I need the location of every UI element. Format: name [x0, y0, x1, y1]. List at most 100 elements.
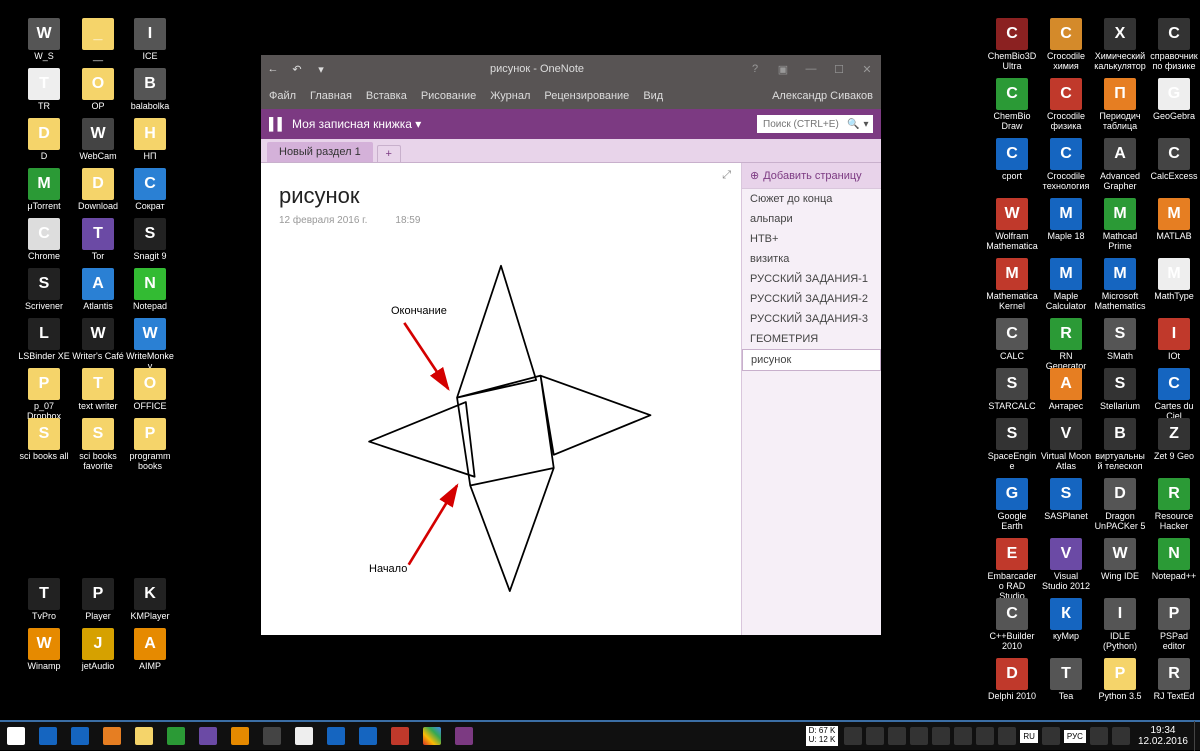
desktop-icon[interactable]: MMaple Calculator — [1040, 258, 1092, 312]
taskbar-app-11[interactable] — [352, 721, 384, 751]
desktop-icon[interactable]: SScrivener — [18, 268, 70, 312]
desktop-icon[interactable]: OOFFICE — [124, 368, 176, 412]
desktop-icon[interactable]: ΜμTorrent — [18, 168, 70, 212]
ribbon-user[interactable]: Александр Сиваков — [772, 90, 873, 102]
lang-indicator-1[interactable]: RU — [1020, 730, 1038, 743]
desktop-icon[interactable]: WWolfram Mathematica — [986, 198, 1038, 252]
desktop-icon[interactable]: Ссправочник по физике — [1148, 18, 1200, 72]
taskbar-clock[interactable]: 19:34 12.02.2016 — [1138, 725, 1188, 747]
desktop-icon[interactable]: MMicrosoft Mathematics — [1094, 258, 1146, 312]
desktop-icon[interactable]: OOP — [72, 68, 124, 112]
desktop-icon[interactable]: CCalcExcess — [1148, 138, 1200, 182]
desktop-icon[interactable]: WWriter's Café — [72, 318, 124, 362]
desktop-icon[interactable]: CChrome — [18, 218, 70, 262]
desktop-icon[interactable]: CC++Builder 2010 — [986, 598, 1038, 652]
desktop-icon[interactable]: SSpaceEngine — [986, 418, 1038, 472]
add-page-button[interactable]: ⊕ Добавить страницу — [742, 163, 881, 189]
desktop-icon[interactable]: AAIMP — [124, 628, 176, 672]
taskbar-chrome[interactable] — [416, 721, 448, 751]
help-button[interactable]: ? — [741, 55, 769, 83]
desktop-icon[interactable]: Bbalabolka — [124, 68, 176, 112]
ribbon-tab-insert[interactable]: Вставка — [366, 90, 407, 102]
page-list-item[interactable]: ГЕОМЕТРИЯ — [742, 329, 881, 349]
tray-icon-8[interactable] — [998, 727, 1016, 745]
desktop-icon[interactable]: TTR — [18, 68, 70, 112]
tray-network-icon[interactable] — [1090, 727, 1108, 745]
tray-icon-5[interactable] — [932, 727, 950, 745]
show-desktop-button[interactable] — [1194, 721, 1200, 751]
desktop-icon[interactable]: DDownload — [72, 168, 124, 212]
desktop-icon[interactable]: CCartes du Ciel — [1148, 368, 1200, 422]
desktop-icon[interactable]: WW_S — [18, 18, 70, 62]
desktop-icon[interactable]: IICE — [124, 18, 176, 62]
section-add-button[interactable]: + — [377, 145, 401, 162]
desktop-icon[interactable]: КкуМир — [1040, 598, 1092, 642]
taskbar-app-12[interactable] — [384, 721, 416, 751]
desktop-icon[interactable]: PPSPad editor — [1148, 598, 1200, 652]
desktop-icon[interactable]: CCrocodile химия — [1040, 18, 1092, 72]
desktop-icon[interactable]: SSMath — [1094, 318, 1146, 362]
desktop-icon[interactable]: DDelphi 2010 — [986, 658, 1038, 702]
desktop-icon[interactable]: Pprogramm books — [124, 418, 176, 472]
desktop-icon[interactable]: GGoogle Earth — [986, 478, 1038, 532]
lang-indicator-2[interactable]: РУС — [1064, 730, 1086, 743]
desktop-icon[interactable]: KKMPlayer — [124, 578, 176, 622]
maximize-button[interactable]: ☐ — [825, 55, 853, 83]
taskbar-app-9[interactable] — [288, 721, 320, 751]
desktop-icon[interactable]: VVisual Studio 2012 — [1040, 538, 1092, 592]
desktop-icon[interactable]: NNotepad++ — [1148, 538, 1200, 582]
ribbon-tab-review[interactable]: Рецензирование — [544, 90, 629, 102]
desktop-icon[interactable]: CChemBio Draw — [986, 78, 1038, 132]
desktop-icon[interactable]: EEmbarcadero RAD Studio — [986, 538, 1038, 602]
tray-volume-icon[interactable] — [1042, 727, 1060, 745]
desktop-icon[interactable]: IIDLE (Python) — [1094, 598, 1146, 652]
tray-icon-2[interactable] — [866, 727, 884, 745]
ribbon-tab-home[interactable]: Главная — [310, 90, 352, 102]
minimize-button[interactable]: — — [797, 55, 825, 83]
desktop-icon[interactable]: WWebCam — [72, 118, 124, 162]
desktop-icon[interactable]: MMaple 18 — [1040, 198, 1092, 242]
page-list-item[interactable]: РУССКИЙ ЗАДАНИЯ-1 — [742, 269, 881, 289]
taskbar-app-2[interactable] — [64, 721, 96, 751]
desktop-icon[interactable]: Ssci books favorite — [72, 418, 124, 472]
desktop-icon[interactable]: Ввиртуальный телескоп — [1094, 418, 1146, 472]
desktop-icon[interactable]: JjetAudio — [72, 628, 124, 672]
page-list-item[interactable]: РУССКИЙ ЗАДАНИЯ-3 — [742, 309, 881, 329]
desktop-icon[interactable]: MMATLAB — [1148, 198, 1200, 242]
desktop-icon[interactable]: SStellarium — [1094, 368, 1146, 412]
desktop-icon[interactable]: DDragon UnPACKer 5 — [1094, 478, 1146, 532]
desktop-icon[interactable]: ХХимический калькулятор — [1094, 18, 1146, 72]
notebook-name[interactable]: Моя записная книжка ▾ — [292, 117, 757, 131]
desktop-icon[interactable]: WWriteMonkey — [124, 318, 176, 372]
close-button[interactable]: ✕ — [853, 55, 881, 83]
desktop-icon[interactable]: Ssci books all — [18, 418, 70, 462]
start-button[interactable] — [0, 721, 32, 751]
desktop-icon[interactable]: IIOt — [1148, 318, 1200, 362]
fullscreen-button[interactable]: ▣ — [769, 55, 797, 83]
desktop-icon[interactable]: WWinamp — [18, 628, 70, 672]
desktop-icon[interactable]: ППериодич таблица — [1094, 78, 1146, 132]
desktop-icon[interactable]: Ccport — [986, 138, 1038, 182]
ribbon-tab-journal[interactable]: Журнал — [490, 90, 530, 102]
desktop-icon[interactable]: SSASPlanet — [1040, 478, 1092, 522]
desktop-icon[interactable]: MMathematica Kernel — [986, 258, 1038, 312]
desktop-icon[interactable]: MMathcad Prime — [1094, 198, 1146, 252]
desktop-icon[interactable]: CCrocodile технология — [1040, 138, 1092, 192]
ribbon-tab-file[interactable]: Файл — [269, 90, 296, 102]
desktop-icon[interactable]: DD — [18, 118, 70, 162]
taskbar-app-7[interactable] — [224, 721, 256, 751]
desktop-icon[interactable]: MMathType — [1148, 258, 1200, 302]
ribbon-tab-draw[interactable]: Рисование — [421, 90, 476, 102]
taskbar-app-10[interactable] — [320, 721, 352, 751]
back-button[interactable]: ← — [261, 57, 285, 81]
desktop-icon[interactable]: TTor — [72, 218, 124, 262]
taskbar-onenote[interactable] — [448, 721, 480, 751]
tray-icon-1[interactable] — [844, 727, 862, 745]
page-title[interactable]: рисунок — [261, 163, 741, 209]
tray-action-center-icon[interactable] — [1112, 727, 1130, 745]
page-canvas[interactable]: ⤢ рисунок 12 февраля 2016 г. 18:59 Оконч… — [261, 163, 741, 635]
desktop-icon[interactable]: Ttext writer — [72, 368, 124, 412]
taskbar-app-3[interactable] — [96, 721, 128, 751]
taskbar-app-1[interactable] — [32, 721, 64, 751]
tray-icon-6[interactable] — [954, 727, 972, 745]
